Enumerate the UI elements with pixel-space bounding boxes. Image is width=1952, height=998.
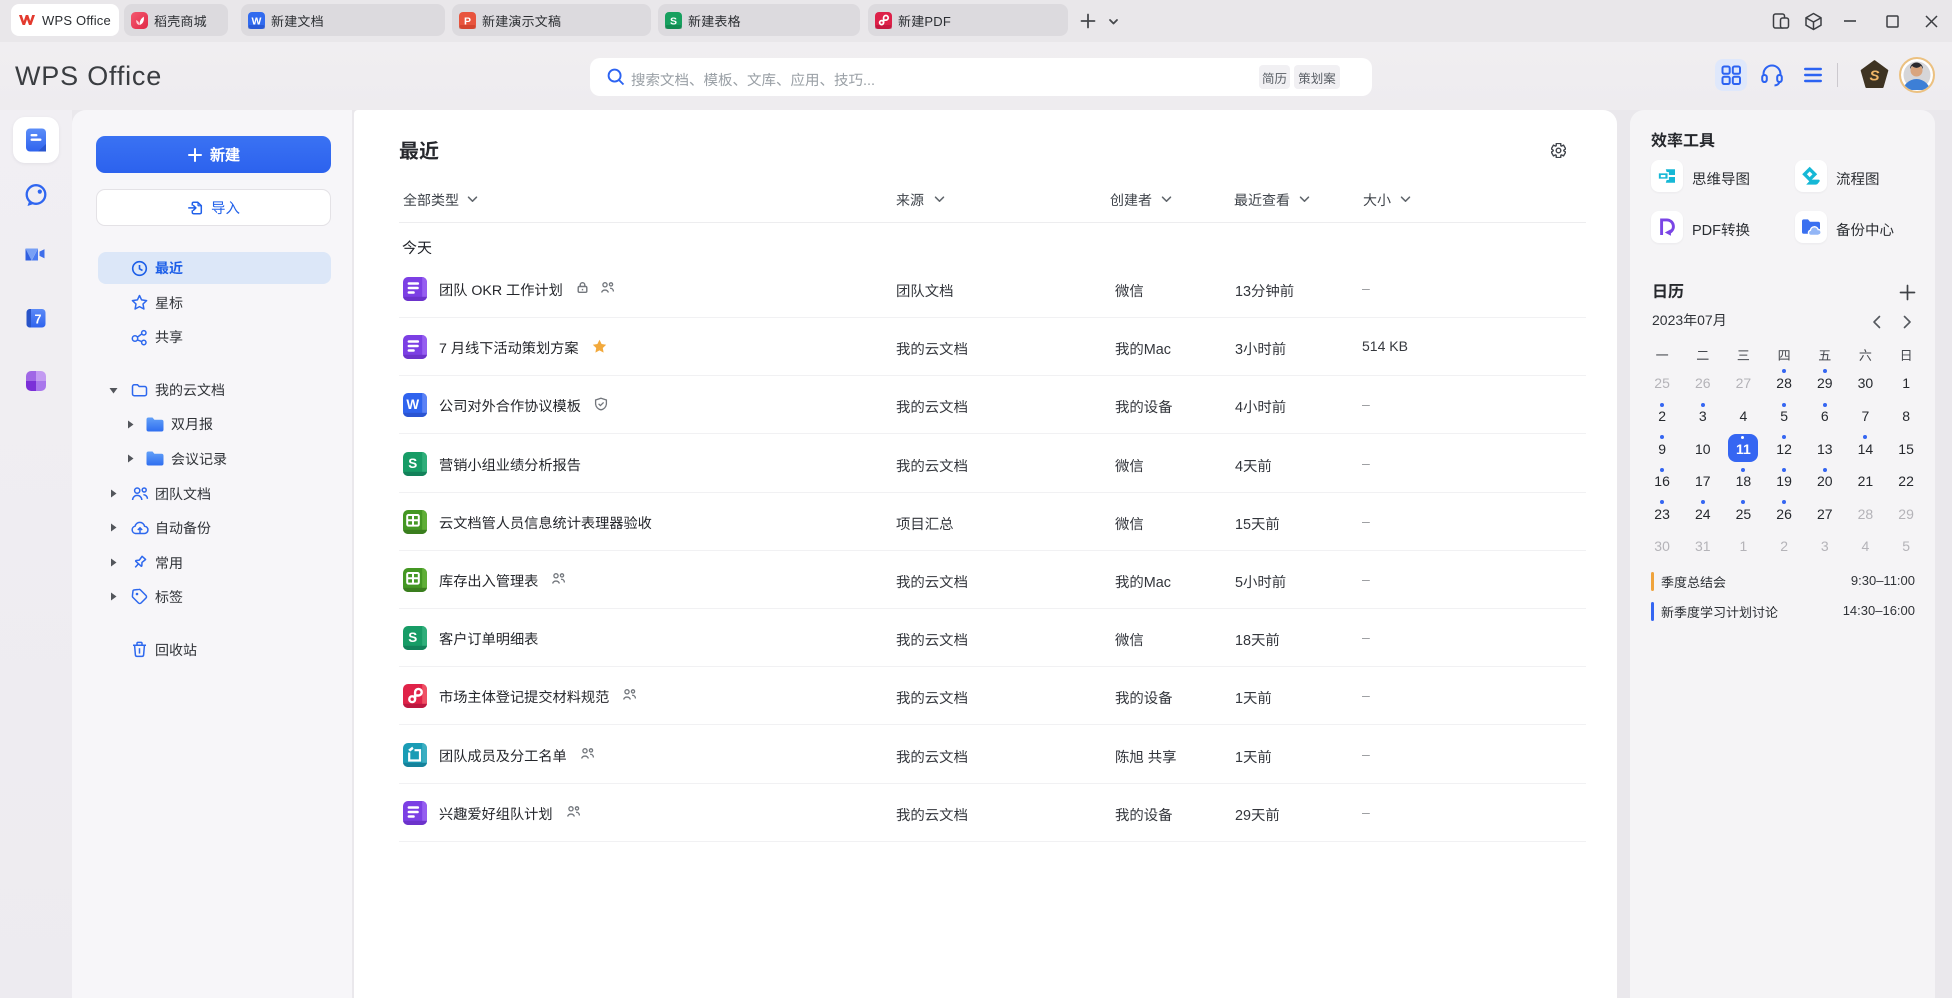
svg-text:W: W (406, 398, 419, 413)
svg-text:7: 7 (35, 313, 42, 327)
svg-text:S: S (1869, 68, 1879, 85)
svg-text:S: S (670, 15, 677, 27)
svg-text:S: S (408, 456, 417, 471)
svg-text:S: S (408, 630, 417, 645)
svg-text:P: P (464, 15, 471, 27)
svg-text:W: W (252, 15, 262, 27)
